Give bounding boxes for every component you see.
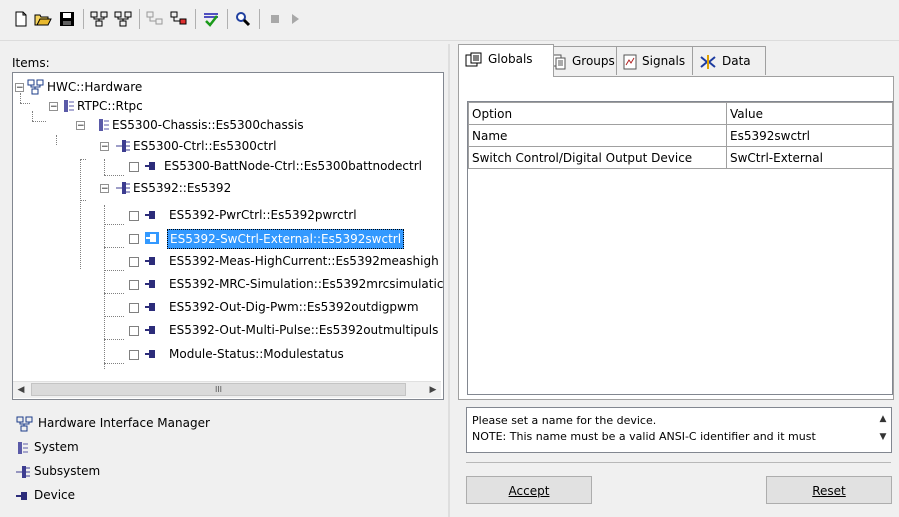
item-checkbox[interactable] bbox=[129, 350, 139, 360]
disabled-tool-icon bbox=[144, 8, 166, 30]
tab-groups[interactable]: Groups bbox=[544, 46, 626, 75]
options-grid[interactable]: Option Value Name Es5392swctrl Switch Co… bbox=[467, 101, 893, 395]
accept-button[interactable]: Accept bbox=[466, 476, 592, 504]
data-icon bbox=[700, 54, 716, 69]
table-row[interactable]: Switch Control/Digital Output Device SwC… bbox=[468, 146, 893, 169]
add-module-icon[interactable] bbox=[168, 8, 190, 30]
toolbar bbox=[0, 0, 899, 41]
save-icon[interactable] bbox=[56, 8, 78, 30]
subsystem-icon bbox=[116, 140, 130, 152]
item-checkbox[interactable] bbox=[129, 280, 139, 290]
table-row[interactable]: Name Es5392swctrl bbox=[468, 124, 893, 147]
collapse-icon[interactable]: − bbox=[100, 142, 109, 152]
tab-signals[interactable]: Signals bbox=[616, 46, 702, 75]
system-icon bbox=[99, 119, 109, 131]
value-cell[interactable]: SwCtrl-External bbox=[726, 146, 893, 169]
grid-header-row: Option Value bbox=[468, 102, 893, 125]
items-label: Items: bbox=[12, 56, 50, 70]
device-icon bbox=[145, 211, 155, 219]
scrollbar-thumb[interactable]: III bbox=[31, 383, 406, 396]
legend-device: Device bbox=[16, 485, 75, 505]
system-icon bbox=[18, 441, 28, 454]
option-cell: Name bbox=[468, 124, 727, 147]
device-icon bbox=[145, 303, 155, 311]
description-scrollbar[interactable]: ▲ ▼ bbox=[875, 408, 891, 452]
column-header-value[interactable]: Value bbox=[726, 102, 893, 125]
device-icon bbox=[145, 232, 159, 244]
hierarchy-icon[interactable] bbox=[88, 8, 110, 30]
column-header-option[interactable]: Option bbox=[468, 102, 727, 125]
description-box: Please set a name for the device. NOTE: … bbox=[466, 407, 892, 453]
item-checkbox[interactable] bbox=[129, 303, 139, 313]
collapse-icon[interactable]: − bbox=[76, 121, 85, 131]
description-line-2: NOTE: This name must be a valid ANSI-C i… bbox=[472, 430, 816, 443]
device-icon bbox=[145, 350, 155, 358]
hardware-manager-icon bbox=[27, 79, 44, 95]
system-icon bbox=[64, 100, 74, 112]
item-checkbox[interactable] bbox=[129, 162, 139, 172]
legend-subsystem: Subsystem bbox=[16, 461, 100, 481]
scroll-left-icon[interactable]: ◀ bbox=[13, 382, 29, 398]
item-checkbox[interactable] bbox=[129, 326, 139, 336]
tab-globals[interactable]: Globals bbox=[458, 44, 554, 77]
device-icon bbox=[145, 326, 155, 334]
option-cell: Switch Control/Digital Output Device bbox=[468, 146, 727, 169]
legend-system: System bbox=[16, 437, 79, 457]
tree-horizontal-scrollbar[interactable]: ◀ III ▶ bbox=[13, 381, 441, 398]
scroll-right-icon[interactable]: ▶ bbox=[425, 382, 441, 398]
stop-icon bbox=[264, 8, 286, 30]
items-tree[interactable]: − HWC::Hardware − RTPC::Rtpc − ES5300-Ch… bbox=[12, 72, 444, 400]
panel-splitter[interactable] bbox=[448, 44, 450, 517]
description-line-1: Please set a name for the device. bbox=[472, 414, 657, 427]
hardware-manager-icon bbox=[16, 416, 33, 431]
open-icon[interactable] bbox=[32, 8, 54, 30]
subsystem-icon bbox=[16, 465, 30, 478]
globals-panel: Option Value Name Es5392swctrl Switch Co… bbox=[458, 76, 894, 400]
play-icon bbox=[284, 8, 306, 30]
signals-icon bbox=[623, 54, 637, 69]
check-icon[interactable] bbox=[200, 8, 222, 30]
device-icon bbox=[145, 280, 155, 288]
collapse-icon[interactable]: − bbox=[15, 83, 24, 93]
device-icon bbox=[145, 162, 155, 170]
separator bbox=[466, 462, 891, 463]
tab-data[interactable]: Data bbox=[692, 46, 766, 75]
value-cell[interactable]: Es5392swctrl bbox=[726, 124, 893, 147]
item-checkbox[interactable] bbox=[129, 234, 139, 244]
scroll-up-icon[interactable]: ▲ bbox=[875, 414, 891, 424]
device-icon bbox=[145, 257, 155, 265]
device-icon bbox=[16, 491, 27, 500]
legend-hardware-interface-manager: Hardware Interface Manager bbox=[16, 413, 210, 433]
hierarchy-alt-icon[interactable] bbox=[112, 8, 134, 30]
collapse-icon[interactable]: − bbox=[100, 184, 109, 194]
reset-button[interactable]: Reset bbox=[766, 476, 892, 504]
search-icon[interactable] bbox=[232, 8, 254, 30]
globals-icon bbox=[465, 52, 482, 66]
new-icon[interactable] bbox=[10, 8, 32, 30]
item-checkbox[interactable] bbox=[129, 211, 139, 221]
collapse-icon[interactable]: − bbox=[49, 102, 58, 112]
subsystem-icon bbox=[116, 182, 130, 194]
scroll-down-icon[interactable]: ▼ bbox=[875, 432, 891, 442]
item-checkbox[interactable] bbox=[129, 257, 139, 267]
